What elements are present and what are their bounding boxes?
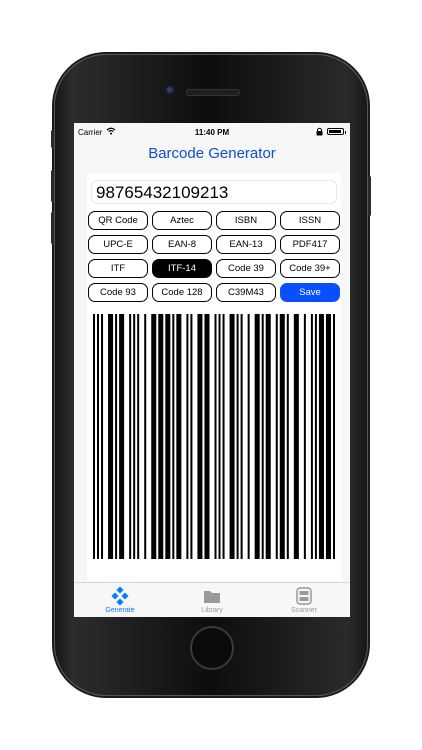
page-title: Barcode Generator bbox=[148, 145, 276, 162]
barcode-bar bbox=[190, 314, 193, 559]
type-button-code-93[interactable]: Code 93 bbox=[88, 283, 148, 302]
type-button-ean-8[interactable]: EAN-8 bbox=[152, 235, 212, 254]
barcode-bar bbox=[204, 314, 210, 559]
folder-icon bbox=[204, 591, 220, 603]
barcode-bar bbox=[119, 314, 125, 559]
volume-down-button bbox=[51, 212, 54, 244]
scanner-icon bbox=[296, 587, 312, 605]
barcode-bar bbox=[97, 314, 100, 559]
earpiece-speaker bbox=[186, 89, 240, 96]
barcode-bar bbox=[240, 314, 243, 559]
barcode-bar bbox=[133, 314, 136, 559]
barcode-bar bbox=[303, 314, 306, 559]
barcode-bar bbox=[247, 314, 250, 559]
type-button-code-39-plus[interactable]: Code 39+ bbox=[280, 259, 340, 278]
barcode-bar bbox=[176, 314, 182, 559]
type-button-aztec[interactable]: Aztec bbox=[152, 211, 212, 230]
tab-generate[interactable]: Generate bbox=[74, 583, 166, 617]
barcode-bar bbox=[325, 314, 331, 559]
type-button-itf-14[interactable]: ITF-14 bbox=[152, 259, 212, 278]
battery-level-fill bbox=[329, 130, 341, 133]
status-bar: Carrier 11:40 PM bbox=[74, 123, 350, 141]
barcode-bar bbox=[129, 314, 132, 559]
barcode-bar bbox=[165, 314, 171, 559]
barcode-bar bbox=[101, 314, 104, 559]
barcode-bar bbox=[137, 314, 140, 559]
barcode-bar bbox=[254, 314, 260, 559]
barcode-bar bbox=[314, 314, 317, 559]
volume-up-button bbox=[51, 170, 54, 202]
status-time: 11:40 PM bbox=[194, 128, 230, 137]
tab-scanner-label: Scanner bbox=[290, 607, 318, 614]
app-screen: Carrier 11:40 PM Barcode Generator 98765… bbox=[74, 123, 350, 617]
barcode-bar bbox=[286, 314, 289, 559]
orientation-lock-icon bbox=[316, 127, 323, 136]
battery-icon bbox=[327, 128, 346, 135]
barcode-bar bbox=[197, 314, 203, 559]
barcode-bar bbox=[275, 314, 278, 559]
barcode-bar bbox=[186, 314, 189, 559]
front-camera bbox=[166, 86, 175, 95]
type-button-qr-code[interactable]: QR Code bbox=[88, 211, 148, 230]
type-button-itf[interactable]: ITF bbox=[88, 259, 148, 278]
barcode-bar bbox=[218, 314, 221, 559]
barcode-bar bbox=[115, 314, 118, 559]
barcode-bar bbox=[265, 314, 271, 559]
type-button-code-39[interactable]: Code 39 bbox=[216, 259, 276, 278]
tab-library-label: Library bbox=[201, 607, 223, 614]
generate-icon bbox=[111, 587, 129, 605]
tab-scanner[interactable]: Scanner bbox=[258, 583, 350, 617]
barcode-bar bbox=[229, 314, 235, 559]
type-button-upc-e[interactable]: UPC-E bbox=[88, 235, 148, 254]
mute-switch bbox=[51, 130, 54, 148]
barcode-bar bbox=[236, 314, 239, 559]
generator-panel: 98765432109213 QR Code Aztec ISBN ISSN U… bbox=[87, 173, 341, 581]
barcode-bar bbox=[222, 314, 225, 559]
barcode-bar bbox=[93, 314, 96, 559]
barcode-bar bbox=[310, 314, 313, 559]
barcode-type-grid: QR Code Aztec ISBN ISSN UPC-E EAN-8 EAN-… bbox=[88, 211, 340, 302]
tab-library[interactable]: Library bbox=[166, 583, 258, 617]
type-button-isbn[interactable]: ISBN bbox=[216, 211, 276, 230]
barcode-bar bbox=[158, 314, 164, 559]
barcode-bar bbox=[151, 314, 157, 559]
type-button-ean-13[interactable]: EAN-13 bbox=[216, 235, 276, 254]
save-button[interactable]: Save bbox=[280, 283, 340, 302]
barcode-bar bbox=[332, 314, 335, 559]
home-button[interactable] bbox=[190, 626, 234, 670]
barcode-bar bbox=[172, 314, 175, 559]
barcode-image bbox=[93, 314, 335, 559]
barcode-bar bbox=[214, 314, 217, 559]
barcode-bar bbox=[108, 314, 114, 559]
power-button bbox=[368, 176, 371, 216]
type-button-c39m43[interactable]: C39M43 bbox=[216, 283, 276, 302]
barcode-bar bbox=[144, 314, 147, 559]
barcode-value-input[interactable]: 98765432109213 bbox=[91, 180, 337, 204]
barcode-bar bbox=[318, 314, 324, 559]
tab-bar: Generate Library Scanner bbox=[74, 582, 350, 617]
barcode-bar bbox=[261, 314, 264, 559]
barcode-bar bbox=[293, 314, 299, 559]
tab-generate-label: Generate bbox=[105, 607, 135, 614]
type-button-code-128[interactable]: Code 128 bbox=[152, 283, 212, 302]
type-button-pdf417[interactable]: PDF417 bbox=[280, 235, 340, 254]
barcode-bar bbox=[279, 314, 285, 559]
type-button-issn[interactable]: ISSN bbox=[280, 211, 340, 230]
